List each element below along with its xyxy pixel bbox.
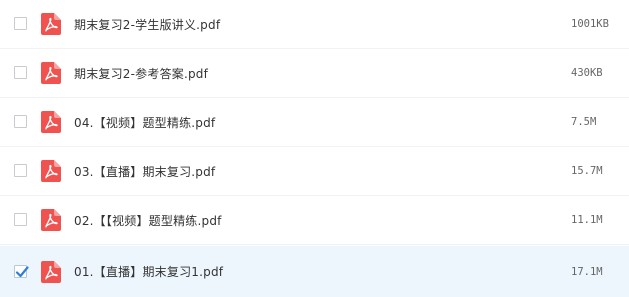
pdf-icon (41, 62, 61, 84)
file-size: 430KB (571, 67, 603, 79)
file-name[interactable]: 03.【直播】期末复习.pdf (74, 147, 215, 195)
pdf-icon (41, 209, 61, 231)
file-row-selected[interactable]: 01.【直播】期末复习1.pdf 17.1M (0, 246, 629, 297)
file-row[interactable]: 期末复习2-学生版讲义.pdf 1001KB (0, 0, 629, 49)
row-checkbox-checked[interactable] (14, 264, 29, 278)
file-row[interactable]: 期末复习2-参考答案.pdf 430KB (0, 49, 629, 98)
file-list: 期末复习2-学生版讲义.pdf 1001KB 期末复习2-参考答案.pdf 43… (0, 0, 629, 297)
pdf-icon (41, 160, 61, 182)
file-name[interactable]: 02.【【视频】题型精练.pdf (74, 196, 222, 244)
row-checkbox[interactable] (14, 115, 27, 128)
file-size: 11.1M (571, 214, 603, 226)
file-size: 17.1M (571, 265, 603, 278)
file-name[interactable]: 04.【视频】题型精练.pdf (74, 98, 215, 146)
file-name[interactable]: 01.【直播】期末复习1.pdf (74, 246, 223, 297)
row-checkbox[interactable] (14, 66, 27, 79)
file-name[interactable]: 期末复习2-学生版讲义.pdf (74, 0, 220, 48)
row-checkbox[interactable] (14, 17, 27, 30)
row-checkbox[interactable] (14, 164, 27, 177)
checkmark-icon (15, 265, 29, 277)
pdf-icon (41, 260, 61, 283)
pdf-icon (41, 111, 61, 133)
file-size: 1001KB (571, 18, 609, 30)
file-row[interactable]: 02.【【视频】题型精练.pdf 11.1M (0, 196, 629, 245)
file-row[interactable]: 04.【视频】题型精练.pdf 7.5M (0, 98, 629, 147)
file-name[interactable]: 期末复习2-参考答案.pdf (74, 49, 208, 97)
file-size: 7.5M (571, 116, 597, 128)
row-checkbox[interactable] (14, 213, 27, 226)
pdf-icon (41, 13, 61, 35)
file-row[interactable]: 03.【直播】期末复习.pdf 15.7M (0, 147, 629, 196)
file-size: 15.7M (571, 165, 603, 177)
